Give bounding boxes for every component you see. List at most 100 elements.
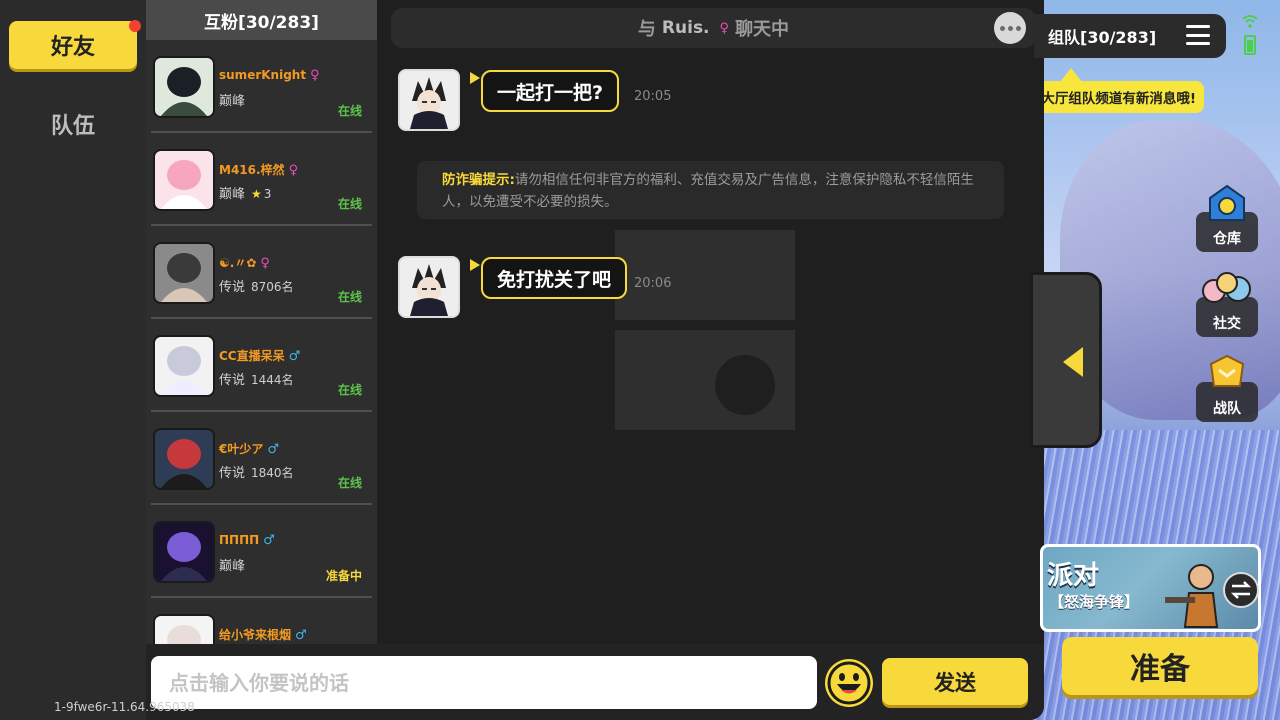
mode-title: 派对 [1047, 561, 1100, 591]
friend-name-text: 给小爷来根烟 [219, 628, 292, 642]
chat-title-bar: 与 Ruis. ♀ 聊天中 [391, 8, 1036, 48]
chat-title-suffix: 聊天中 [735, 19, 790, 40]
friend-avatar[interactable] [153, 428, 215, 490]
bubble-tail [470, 72, 480, 84]
clan-trophy-icon [1209, 354, 1245, 387]
more-options-button[interactable] [994, 12, 1026, 44]
male-icon: ♂ [263, 533, 275, 548]
friend-row[interactable]: CC直播呆呆 ♂ 传说 1444名在线 [151, 319, 372, 412]
tab-friends[interactable]: 好友 [9, 20, 141, 69]
friend-avatar[interactable] [153, 56, 215, 118]
friend-row[interactable]: M416.梓然 ♀ 巅峰 ★ 3 在线 [151, 133, 372, 226]
warehouse-button[interactable]: 仓库 [1196, 184, 1258, 252]
male-icon: ♂ [288, 349, 301, 364]
friends-panel: 互粉[30/283] sumerKnight ♀ 巅峰 在线 M416.梓然 ♀ 巅峰 ★ 3 在… [146, 0, 377, 644]
social-icon [1202, 272, 1251, 303]
battery-icon [1244, 35, 1256, 55]
send-button[interactable]: 发送 [882, 658, 1028, 705]
clan-button[interactable]: 战队 [1196, 354, 1258, 422]
friend-name-text: sumerKnight [219, 68, 307, 82]
friend-name-text: ☯.〃✿ [219, 256, 257, 270]
message-bubble[interactable]: 一起打一把? [481, 70, 620, 112]
friend-avatar[interactable] [153, 335, 215, 397]
emoji-button[interactable] [825, 659, 873, 707]
friend-name: sumerKnight ♀ [219, 68, 320, 83]
friend-rank: 传说 1840名 [219, 462, 294, 481]
version-text: 1-9fwe6r-11.64.965038 [54, 700, 195, 714]
friend-name: ΠΠΠΠ ♂ [219, 533, 275, 548]
ready-button[interactable]: 准备 [1062, 637, 1258, 695]
chat-title-prefix: 与 [637, 19, 656, 40]
social-label: 社交 [1213, 316, 1241, 332]
friend-rank: 传说 8706名 [219, 276, 294, 295]
rank-number: 8706名 [251, 280, 294, 294]
friend-name-text: ΠΠΠΠ [219, 533, 260, 547]
friends-list[interactable]: sumerKnight ♀ 巅峰 在线 M416.梓然 ♀ 巅峰 ★ 3 在线 ☯.〃✿ ♀ 传说 870… [146, 40, 377, 644]
friend-rank: 巅峰 [219, 90, 251, 109]
collapse-panel-tab[interactable] [1030, 272, 1102, 448]
message-avatar[interactable] [398, 69, 460, 131]
notice-text: 大厅组队频道有新消息哦! [1044, 91, 1196, 107]
message-time: 20:05 [634, 89, 672, 104]
friend-status: 在线 [337, 104, 362, 118]
friend-name-text: €叶少ア [219, 442, 264, 456]
friend-avatar[interactable] [153, 242, 215, 304]
friend-rank: 巅峰 ★ 3 [219, 183, 271, 202]
friend-avatar[interactable] [153, 521, 215, 583]
male-icon: ♂ [295, 628, 307, 643]
friend-rank: 巅峰 [219, 555, 251, 574]
friend-status: 在线 [337, 197, 362, 211]
team-header-label: 组队[30/283] [1048, 28, 1157, 47]
friend-name: ☯.〃✿ ♀ [219, 254, 270, 271]
friend-avatar[interactable] [153, 149, 215, 211]
rank-text: 巅峰 [219, 187, 246, 202]
friend-name-text: CC直播呆呆 [219, 349, 285, 363]
chat-panel: 与 Ruis. ♀ 聊天中 一起打一把? 20:05 防诈骗提示:请勿相信任何非… [377, 0, 1044, 720]
friend-row[interactable]: 给小爷来根烟 ♂ [151, 598, 372, 644]
message-time: 20:06 [634, 276, 672, 291]
friend-row[interactable]: ☯.〃✿ ♀ 传说 8706名 在线 [151, 226, 372, 319]
friend-row[interactable]: €叶少ア ♂ 传说 1840名 在线 [151, 412, 372, 505]
star-icon: ★ [251, 187, 262, 201]
chat-input[interactable] [151, 656, 817, 709]
notice-banner[interactable]: 大厅组队频道有新消息哦! [1044, 81, 1204, 113]
smiley-icon [827, 661, 871, 705]
mode-subtitle: 【怒海争锋】 [1049, 593, 1140, 611]
rank-text: 巅峰 [219, 94, 246, 109]
notification-dot [129, 20, 141, 32]
menu-icon[interactable] [1186, 25, 1210, 45]
rank-text: 传说 [219, 466, 246, 481]
friends-header: 互粉[30/283] [146, 0, 377, 40]
rank-text: 传说 [219, 280, 246, 295]
bubble-tail [470, 259, 480, 271]
friend-row[interactable]: ΠΠΠΠ ♂ 巅峰 准备中 [151, 505, 372, 598]
female-icon: ♀ [288, 163, 299, 178]
social-button[interactable]: 社交 [1196, 272, 1258, 337]
swap-icon [1230, 581, 1252, 599]
female-icon: ♀ [310, 68, 320, 83]
friend-row[interactable]: sumerKnight ♀ 巅峰在线 [151, 40, 372, 133]
rank-number: 3 [263, 187, 272, 201]
team-header[interactable]: 组队[30/283] [1034, 14, 1226, 58]
clan-label: 战队 [1213, 401, 1241, 417]
wifi-icon [1242, 15, 1258, 28]
warehouse-icon [1209, 184, 1245, 221]
tab-team[interactable]: 队伍 [9, 100, 137, 148]
rank-text: 巅峰 [219, 559, 246, 574]
swap-mode-button[interactable] [1223, 572, 1259, 608]
message-bubble[interactable]: 免打扰关了吧 [481, 257, 628, 299]
friend-status: 在线 [337, 476, 362, 490]
tip-label: 防诈骗提示: [442, 172, 515, 188]
arrow-left-icon [1063, 347, 1083, 377]
anti-fraud-tip: 防诈骗提示:请勿相信任何非官方的福利、充值交易及广告信息，注意保护隐私不轻信陌生… [417, 161, 1004, 219]
tab-strip: 好友 队伍 [0, 0, 146, 720]
message-avatar[interactable] [398, 256, 460, 318]
female-icon: ♀ [719, 20, 730, 36]
rank-number: 1444名 [251, 373, 294, 387]
friend-name: 给小爷来根烟 ♂ [219, 626, 307, 643]
friend-rank: 传说 1444名 [219, 369, 294, 388]
friend-avatar[interactable] [153, 614, 215, 644]
friend-status: 在线 [337, 383, 362, 397]
input-bar: 发送 [146, 644, 1044, 720]
tab-team-label: 队伍 [50, 114, 95, 139]
